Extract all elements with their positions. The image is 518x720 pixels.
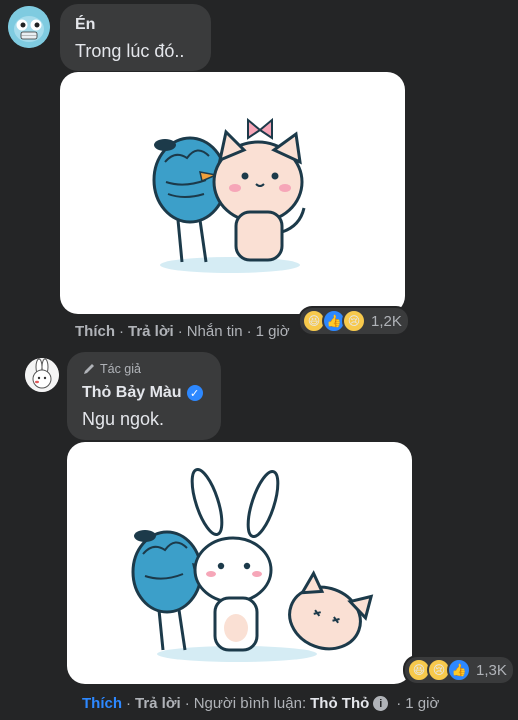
sticker-image[interactable]	[60, 72, 405, 314]
reply-link[interactable]: Trả lời	[128, 323, 174, 340]
verified-badge-icon: ✓	[186, 385, 203, 401]
separator: ·	[119, 323, 124, 340]
reaction-summary[interactable]: 😆 😢 👍 1,3K	[405, 657, 513, 683]
comment-text: Ngu ngok.	[82, 409, 165, 429]
commenter-name[interactable]: Thỏ Thỏ	[310, 695, 369, 712]
timestamp[interactable]: 1 giờ	[405, 695, 439, 712]
reaction-count: 1,2K	[371, 312, 402, 330]
avatar[interactable]	[25, 358, 59, 392]
separator: ·	[184, 695, 190, 712]
avatar-image	[25, 358, 59, 392]
separator: ·	[396, 695, 402, 712]
separator: ·	[246, 323, 252, 340]
reply-link[interactable]: Trả lời	[135, 695, 181, 712]
comment-bubble[interactable]: Tác giả Thỏ Bảy Màu ✓ Ngu ngok.	[67, 352, 221, 440]
pencil-icon	[84, 364, 94, 374]
like-link[interactable]: Thích	[75, 323, 115, 340]
sticker-image[interactable]	[67, 442, 412, 684]
comment-author-row: Thỏ Bảy Màu ✓	[82, 384, 203, 402]
author-badge-label: Tác giả	[100, 362, 141, 376]
commenter-label: Người bình luận:	[193, 695, 307, 712]
separator: ·	[177, 323, 183, 340]
reaction-count: 1,3K	[476, 661, 507, 679]
author-badge: Tác giả	[82, 362, 141, 376]
avatar[interactable]	[8, 6, 50, 48]
info-icon[interactable]: i	[373, 696, 389, 711]
timestamp[interactable]: 1 giờ	[256, 323, 290, 340]
avatar-image	[8, 6, 50, 48]
comment-bubble[interactable]: Én Trong lúc đó..	[60, 4, 211, 71]
message-link[interactable]: Nhắn tin	[187, 323, 243, 340]
comment-actions: Thích · Trả lời · Người bình luận: Thỏ T…	[82, 695, 439, 712]
comment-author[interactable]: Én	[75, 16, 95, 34]
separator: ·	[126, 695, 131, 712]
like-link[interactable]: Thích	[82, 695, 122, 712]
comment-author[interactable]: Thỏ Bảy Màu	[82, 384, 182, 402]
like-reaction-icon: 👍	[447, 658, 471, 682]
reaction-summary[interactable]: 😆 👍 😢 1,2K	[300, 308, 408, 334]
sticker-bird-cat	[152, 117, 306, 273]
sad-reaction-icon: 😢	[342, 309, 366, 333]
comment-actions: Thích · Trả lời · Nhắn tin · 1 giờ	[75, 323, 290, 340]
comment-text: Trong lúc đó..	[75, 41, 185, 61]
sticker-bird-rabbit-cat	[131, 467, 374, 662]
